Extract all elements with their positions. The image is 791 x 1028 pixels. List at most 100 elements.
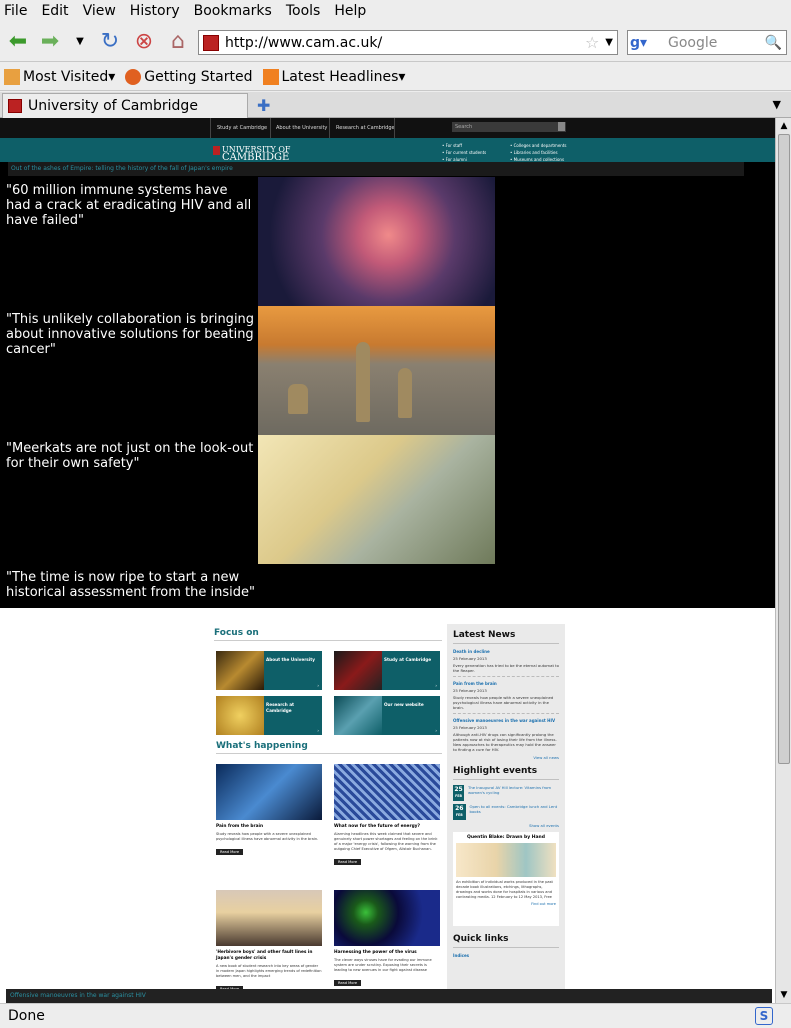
cambridge-logo[interactable]: UNIVERSITY OF CAMBRIDGE (213, 146, 290, 163)
bookmark-getting-started[interactable]: Getting Started (125, 68, 253, 85)
menu-help[interactable]: Help (334, 3, 366, 19)
quick-links-heading: Quick links (453, 934, 559, 948)
latest-news-link[interactable]: Offensive manoeuvres in the war against … (453, 718, 559, 723)
main-column: Focus on About the University › Study at … (214, 628, 442, 992)
focus-tile-research[interactable]: Research at Cambridge › (216, 696, 322, 735)
bookmark-latest-headlines[interactable]: Latest Headlines ▾ (262, 68, 405, 85)
lightning-image (216, 764, 322, 820)
hero-section: Study at Cambridge About the University … (0, 118, 775, 608)
site-favicon-icon (8, 99, 22, 113)
slide-caption[interactable]: Out of the ashes of Empire: telling the … (8, 162, 744, 176)
link-current-students[interactable]: • For current students (442, 149, 486, 156)
menu-history[interactable]: History (130, 3, 180, 19)
bookmark-star-icon[interactable]: ☆ (585, 33, 599, 52)
status-bar: Done S (0, 1003, 791, 1028)
news-item-1[interactable]: Pain from the brain Study reveals how pe… (216, 764, 322, 857)
link-colleges[interactable]: • Colleges and departments (510, 142, 566, 149)
url-text[interactable]: http://www.cam.ac.uk/ (225, 35, 585, 51)
site-search-input[interactable]: Search (452, 122, 566, 132)
pylon-image (334, 764, 440, 820)
nebula-image[interactable] (258, 177, 495, 306)
address-bar[interactable]: http://www.cam.ac.uk/ ☆ ▼ (198, 30, 618, 55)
forward-icon[interactable]: ➡ (36, 27, 64, 55)
menu-tools[interactable]: Tools (286, 3, 321, 19)
scrollbar-thumb[interactable] (778, 134, 790, 764)
home-icon[interactable]: ⌂ (164, 27, 192, 55)
url-dropdown-icon[interactable]: ▼ (605, 37, 613, 48)
tab-university-of-cambridge[interactable]: University of Cambridge (2, 93, 248, 118)
search-icon[interactable]: 🔍 (765, 35, 782, 51)
portrait-image (216, 890, 322, 946)
hero-quote-4[interactable]: "The time is now ripe to start a new his… (6, 570, 256, 600)
browser-window: File Edit View History Bookmarks Tools H… (0, 0, 791, 1028)
read-more-button[interactable]: Read More (216, 849, 244, 855)
crest-icon (213, 146, 220, 155)
focus-on-heading: Focus on (214, 628, 442, 641)
list-all-tabs-icon[interactable]: ▼ (773, 98, 781, 111)
show-all-events-link[interactable]: Show all events (453, 823, 559, 828)
resource-links: • Colleges and departments • Libraries a… (510, 142, 566, 163)
focus-tile-about[interactable]: About the University › (216, 651, 322, 690)
menu-view[interactable]: View (83, 3, 116, 19)
read-more-button[interactable]: Read More (334, 859, 362, 865)
scroll-up-icon[interactable]: ▲ (777, 119, 791, 133)
latest-news-heading: Latest News (453, 630, 559, 644)
google-engine-icon[interactable]: g▾ (630, 32, 656, 53)
quick-link-indices[interactable]: Indices (453, 953, 559, 958)
new-tab-icon[interactable]: ✚ (257, 96, 270, 115)
focus-tile-website[interactable]: Our new website › (334, 696, 440, 735)
nav-research[interactable]: Research at Cambridge (336, 125, 395, 131)
page-content: Study at Cambridge About the University … (0, 118, 775, 1003)
link-libraries[interactable]: • Libraries and facilities (510, 149, 566, 156)
addon-s-icon[interactable]: S (755, 1007, 773, 1025)
propaganda-cartoon-image[interactable] (258, 435, 495, 564)
news-item-3[interactable]: 'Herbivore boys' and other fault lines i… (216, 890, 322, 994)
vertical-scrollbar[interactable]: ▲ ▼ (775, 118, 791, 1003)
nav-study[interactable]: Study at Cambridge (217, 125, 267, 131)
promo-box[interactable]: Quentin Blake: Drawn by Hand An exhibiti… (453, 832, 559, 926)
menu-edit[interactable]: Edit (41, 3, 68, 19)
hero-quote-2[interactable]: "This unlikely collaboration is bringing… (6, 312, 256, 357)
stop-icon[interactable]: ⊗ (130, 27, 158, 55)
event-date-badge: 25 FEB (453, 785, 464, 801)
bottom-slide-caption[interactable]: Offensive manoeuvres in the war against … (6, 989, 772, 1003)
news-item-2[interactable]: What now for the future of energy? Alarm… (334, 764, 440, 867)
hero-quote-3[interactable]: "Meerkats are not just on the look-out f… (6, 441, 256, 471)
find-out-more-link[interactable]: Find out more (456, 902, 556, 906)
bookmark-most-visited[interactable]: Most Visited ▾ (4, 68, 115, 85)
search-bar[interactable]: g▾ Google 🔍 (627, 30, 787, 55)
site-top-nav: Study at Cambridge About the University … (0, 118, 775, 138)
sidebar: Latest News Death in decline 25 February… (447, 624, 565, 1003)
link-for-staff[interactable]: • For staff (442, 142, 486, 149)
news-item-4[interactable]: Harnessing the power of the virus The cl… (334, 890, 440, 988)
firefox-icon (125, 68, 142, 85)
menu-file[interactable]: File (4, 3, 27, 19)
bookmarks-toolbar: Most Visited ▾ Getting Started Latest Hea… (0, 63, 791, 91)
view-all-news-link[interactable]: View all news (453, 755, 559, 760)
site-favicon-icon (203, 34, 219, 51)
event-item[interactable]: 26 FEB Open to all events: Cambridge lunc… (453, 804, 559, 820)
read-more-button[interactable]: Read More (334, 980, 362, 986)
back-icon[interactable]: ⬅ (4, 27, 32, 55)
site-header-band: UNIVERSITY OF CAMBRIDGE • For staff • Fo… (0, 138, 775, 163)
focus-tile-study[interactable]: Study at Cambridge › (334, 651, 440, 690)
hero-quote-1[interactable]: "60 million immune systems have had a cr… (6, 183, 256, 228)
search-placeholder[interactable]: Google (668, 35, 765, 51)
scroll-down-icon[interactable]: ▼ (777, 988, 791, 1002)
history-dropdown-icon[interactable]: ▼ (66, 27, 94, 55)
reload-icon[interactable]: ↻ (96, 27, 124, 55)
tab-strip: University of Cambridge ✚ ▼ (0, 92, 791, 118)
latest-news-link[interactable]: Pain from the brain (453, 681, 559, 686)
menu-bookmarks[interactable]: Bookmarks (194, 3, 272, 19)
status-text: Done (8, 1008, 45, 1024)
event-date-badge: 26 FEB (453, 804, 466, 820)
illustration-image (456, 843, 556, 877)
meerkats-image[interactable] (258, 306, 495, 435)
menu-bar: File Edit View History Bookmarks Tools H… (0, 0, 791, 22)
event-item[interactable]: 25 FEB The Inaugural AV Hill lecture: Vit… (453, 785, 559, 801)
latest-news-link[interactable]: Death in decline (453, 649, 559, 654)
folder-icon (4, 68, 20, 85)
site-search-button[interactable] (558, 122, 565, 131)
virus-cells-image (334, 890, 440, 946)
nav-about[interactable]: About the University (276, 125, 327, 131)
